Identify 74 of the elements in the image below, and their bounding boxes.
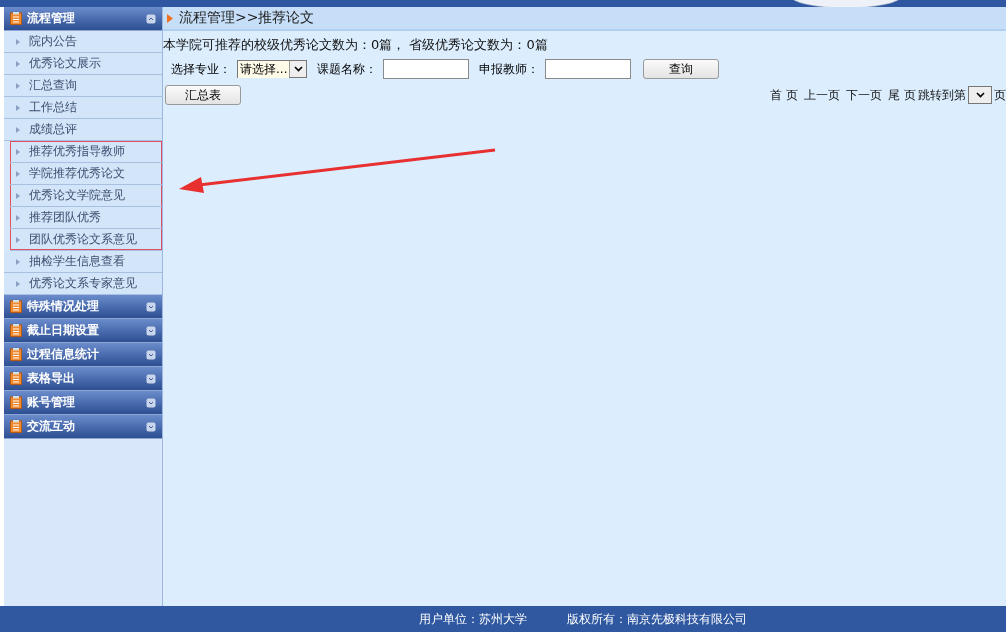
input-field[interactable] <box>545 59 631 79</box>
menu-item[interactable]: 推荐优秀指导教师 <box>10 141 162 163</box>
next-page-link[interactable]: 下一页 <box>846 86 883 104</box>
section-title: 过程信息统计 <box>27 346 100 363</box>
field-label: 申报教师： <box>479 60 539 78</box>
field-label: 选择专业： <box>171 60 231 78</box>
collapse-icon[interactable] <box>146 13 156 24</box>
major-dropdown[interactable]: 请选择... <box>237 60 307 78</box>
menu-section-header[interactable]: 过程信息统计 <box>4 343 162 367</box>
menu-section-header[interactable]: 截止日期设置 <box>4 319 162 343</box>
menu-item[interactable]: 推荐团队优秀 <box>10 207 162 229</box>
bullet-icon <box>16 170 20 177</box>
chevron-down-icon <box>975 92 985 98</box>
section-title: 表格导出 <box>27 370 76 387</box>
menu-item[interactable]: 院内公告 <box>4 31 162 53</box>
document-icon <box>10 300 22 313</box>
menu-item[interactable]: 优秀论文系专家意见 <box>4 273 162 295</box>
bullet-icon <box>16 236 20 243</box>
arrow-icon <box>167 13 173 23</box>
field-label: 课题名称： <box>317 60 377 78</box>
menu-section-header[interactable]: 账号管理 <box>4 391 162 415</box>
page-unit-label: 页 <box>994 86 1006 104</box>
expand-icon[interactable] <box>146 325 156 336</box>
document-icon <box>10 372 22 385</box>
first-page-link[interactable]: 首 页 <box>770 86 799 104</box>
jump-label: 跳转到第 <box>918 86 966 104</box>
section-title: 截止日期设置 <box>27 322 100 339</box>
query-button[interactable]: 查询 <box>643 59 719 79</box>
bullet-icon <box>16 126 20 133</box>
bullet-icon <box>16 192 20 199</box>
document-icon <box>10 324 22 337</box>
menu-section-header[interactable]: 交流互动 <box>4 415 162 439</box>
expand-icon[interactable] <box>146 397 156 408</box>
section-title: 流程管理 <box>27 10 76 27</box>
bullet-icon <box>16 104 20 111</box>
menu-item[interactable]: 学院推荐优秀论文 <box>10 163 162 185</box>
bullet-icon <box>16 38 20 45</box>
bullet-icon <box>16 214 20 221</box>
section-title: 特殊情况处理 <box>27 298 100 315</box>
menu-section-header[interactable]: 表格导出 <box>4 367 162 391</box>
menu-item[interactable]: 工作总结 <box>4 97 162 119</box>
bullet-icon <box>16 60 20 67</box>
expand-icon[interactable] <box>146 421 156 432</box>
document-icon <box>10 420 22 433</box>
bullet-icon <box>16 280 20 287</box>
footer-text: 版权所有：南京先极科技有限公司 <box>567 610 747 628</box>
input-field[interactable] <box>383 59 469 79</box>
summary-text: 本学院可推荐的校级优秀论文数为：0篇， 省级优秀论文数为：0篇 <box>163 36 549 54</box>
menu-item[interactable]: 团队优秀论文系意见 <box>10 229 162 251</box>
bullet-icon <box>16 148 20 155</box>
bullet-icon <box>16 258 20 265</box>
menu-item[interactable]: 汇总查询 <box>4 75 162 97</box>
expand-icon[interactable] <box>146 301 156 312</box>
prev-page-link[interactable]: 上一页 <box>804 86 841 104</box>
menu-section-header[interactable]: 特殊情况处理 <box>4 295 162 319</box>
page-dropdown[interactable] <box>968 86 992 104</box>
document-icon <box>10 12 22 25</box>
document-icon <box>10 348 22 361</box>
menu-item[interactable]: 成绩总评 <box>4 119 162 141</box>
breadcrumb: 流程管理>>推荐论文 <box>179 9 315 27</box>
bullet-icon <box>16 82 20 89</box>
section-title: 交流互动 <box>27 418 76 435</box>
menu-item[interactable]: 优秀论文展示 <box>4 53 162 75</box>
footer-text: 用户单位：苏州大学 <box>419 610 527 628</box>
document-icon <box>10 396 22 409</box>
chevron-down-icon <box>293 66 303 72</box>
expand-icon[interactable] <box>146 349 156 360</box>
last-page-link[interactable]: 尾 页 <box>888 86 916 104</box>
menu-item[interactable]: 抽检学生信息查看 <box>4 251 162 273</box>
summary-table-button[interactable]: 汇总表 <box>165 85 241 105</box>
section-title: 账号管理 <box>27 394 76 411</box>
menu-item[interactable]: 优秀论文学院意见 <box>10 185 162 207</box>
menu-section-header[interactable]: 流程管理 <box>4 7 162 31</box>
expand-icon[interactable] <box>146 373 156 384</box>
